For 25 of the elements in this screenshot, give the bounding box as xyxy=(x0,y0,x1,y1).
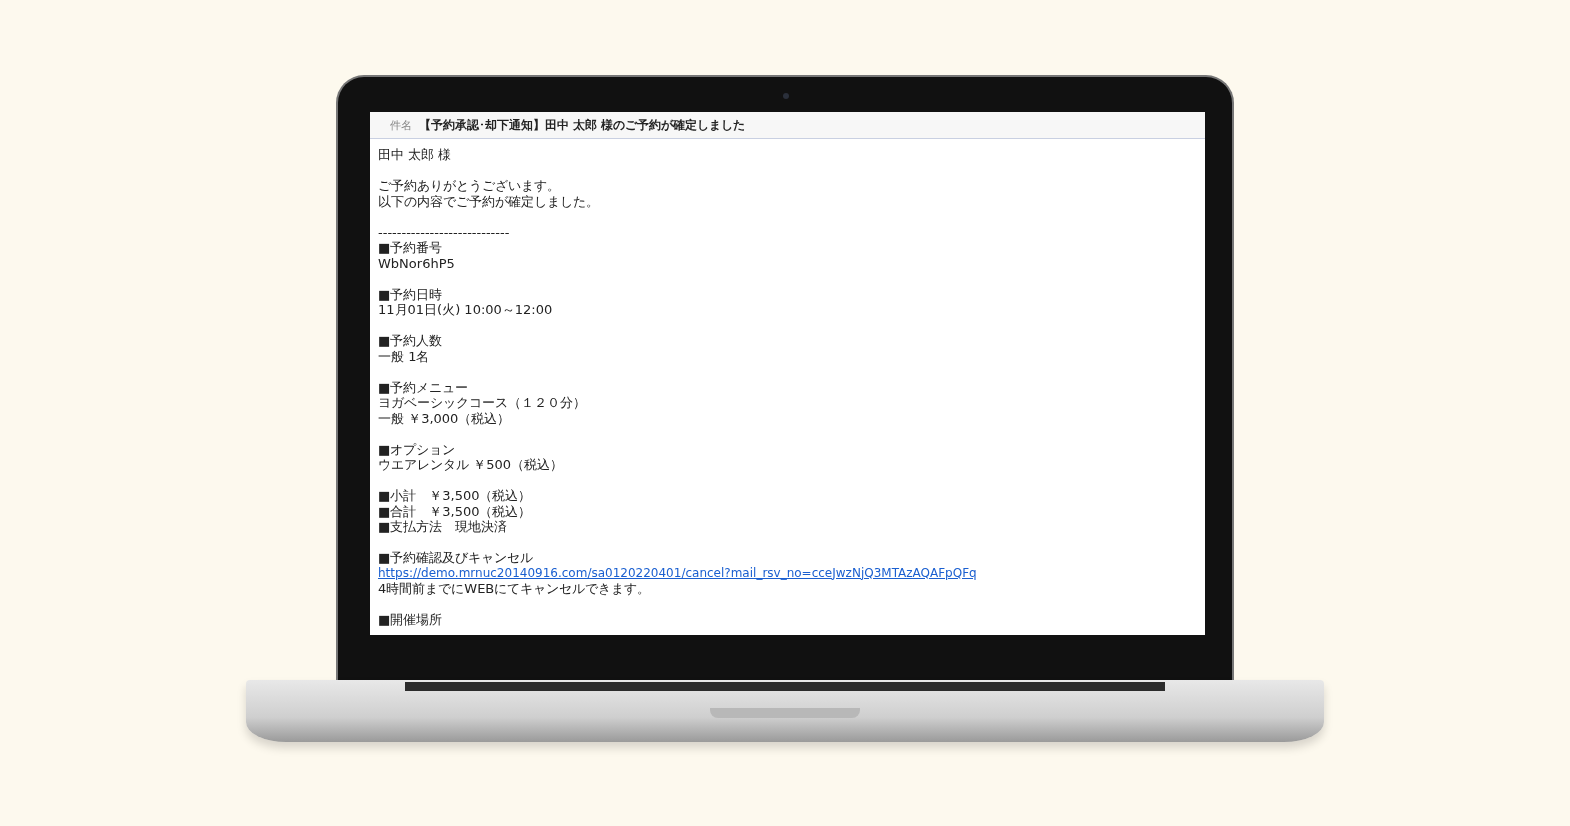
email-subject: 【予約承認･却下通知】田中 太郎 様のご予約が確定しました xyxy=(419,117,745,133)
email-line: 一般 1名 xyxy=(378,348,431,364)
email-line: ご予約ありがとうございます。 xyxy=(378,178,561,194)
email-line: 一般 ￥3,000（税込） xyxy=(378,410,512,426)
email-line: ■予約日時 xyxy=(378,286,443,302)
email-line: ■オプション xyxy=(378,441,457,457)
email-line: 4時間前までにWEBにてキャンセルできます。 xyxy=(378,581,652,597)
email-line: ■予約番号 xyxy=(378,240,444,256)
camera-icon xyxy=(783,93,789,99)
email-line: 以下の内容でご予約が確定しました。 xyxy=(378,193,600,209)
email-line: WbNor6hP5 xyxy=(378,255,456,271)
email-line: 11月01日(火) 10:00～12:00 xyxy=(378,302,554,318)
email-line: ■予約人数 xyxy=(378,333,444,349)
email-line: 田中 太郎 様 xyxy=(378,147,453,163)
subject-label: 件名 xyxy=(390,117,412,133)
email-line: ---------------------------- xyxy=(378,224,511,240)
email-line: ■予約メニュー xyxy=(378,379,470,395)
email-line: ■開催場所 xyxy=(378,612,444,628)
email-line: ■合計 ￥3,500（税込） xyxy=(378,503,533,519)
email-line: ヨガベーシックコース（１２０分） xyxy=(378,395,587,411)
email-line: ■予約確認及びキャンセル xyxy=(378,550,535,566)
email-line: ウエアレンタル ￥500（税込） xyxy=(378,457,564,473)
email-line: ■支払方法 現地決済 xyxy=(378,519,509,535)
email-line: ■小計 ￥3,500（税込） xyxy=(378,488,533,504)
cancel-link[interactable]: https://demo.mrnuc20140916.com/sa0120220401/cancel?mail_rsv_no=cceJwzNjQ3MTAzAQAFpQFq xyxy=(378,565,1197,581)
